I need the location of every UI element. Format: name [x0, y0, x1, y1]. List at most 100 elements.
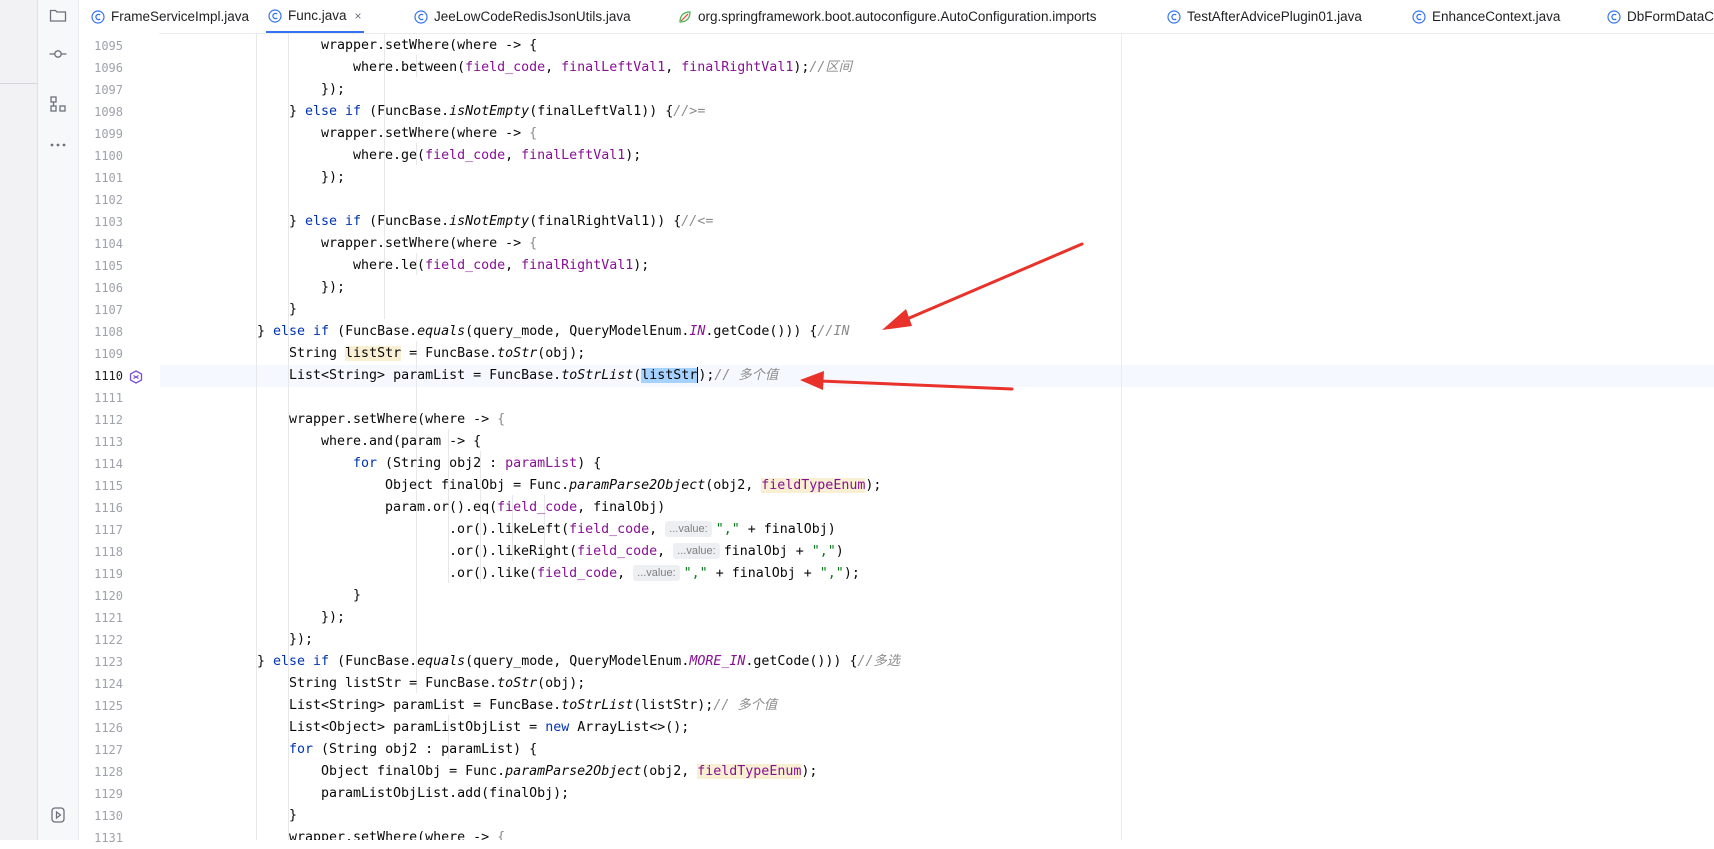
code-line[interactable]: .or().like(field_code, ...value: "," + fi…: [449, 563, 860, 585]
tab-enhancecontext[interactable]: EnhanceContext.java: [1412, 0, 1560, 33]
code-line[interactable]: wrapper.setWhere(where -> {: [321, 233, 537, 255]
code-line[interactable]: });: [321, 167, 345, 189]
code-line[interactable]: List<Object> paramListObjList = new Arra…: [289, 717, 689, 739]
line-number: 1123: [94, 655, 123, 669]
code-line[interactable]: });: [289, 629, 313, 651]
code-line[interactable]: .or().likeRight(field_code, ...value: fin…: [449, 541, 844, 563]
inlay-parameter-hint: ...value:: [633, 565, 680, 581]
tab-testafteradviceplugin01[interactable]: TestAfterAdvicePlugin01.java: [1167, 0, 1362, 33]
code-line[interactable]: });: [321, 607, 345, 629]
code-keyword: else if: [305, 214, 362, 229]
code-line[interactable]: } else if (FuncBase.isNotEmpty(finalRigh…: [289, 211, 713, 233]
run-services-icon[interactable]: [46, 803, 70, 827]
code-field: field_code: [569, 522, 650, 537]
code-text: (obj);: [537, 676, 586, 691]
line-number: 1131: [94, 831, 123, 845]
code-line[interactable]: }: [353, 585, 361, 607]
code-text: .getCode())) {: [745, 654, 858, 669]
code-keyword: new: [545, 720, 570, 735]
class-icon: [1412, 9, 1426, 24]
code-text: (listStr);: [633, 698, 714, 713]
more-icon[interactable]: [46, 133, 70, 157]
code-text: ) {: [577, 456, 602, 471]
code-text: ,: [649, 522, 666, 537]
code-text: List<String> paramList = FuncBase.: [289, 368, 562, 383]
code-line[interactable]: for (String obj2 : paramList) {: [289, 739, 537, 761]
quarkus-gutter-icon[interactable]: [129, 369, 143, 384]
code-text: {: [529, 126, 538, 141]
code-text: where.le(: [353, 258, 426, 273]
code-text: ): [835, 544, 844, 559]
line-number: 1125: [94, 699, 123, 713]
code-line[interactable]: where.le(field_code, finalRightVal1);: [353, 255, 649, 277]
code-line[interactable]: } else if (FuncBase.isNotEmpty(finalLeft…: [289, 101, 705, 123]
selected-text[interactable]: listStr: [641, 368, 698, 383]
code-line[interactable]: String listStr = FuncBase.toStr(obj);: [289, 673, 585, 695]
code-line[interactable]: for (String obj2 : paramList) {: [353, 453, 601, 475]
code-text: });: [289, 632, 314, 647]
line-number-gutter[interactable]: 1095 1096 1097 1098 1099 1100 1101 1102 …: [79, 33, 159, 845]
line-number: 1118: [94, 545, 123, 559]
code-line[interactable]: where.between(field_code, finalLeftVal1,…: [353, 57, 852, 79]
code-editor[interactable]: wrapper.setWhere(where -> { where.betwee…: [160, 33, 1714, 840]
code-text: (query_mode, QueryModelEnum.: [465, 324, 690, 339]
code-static-method: paramParse2Object: [569, 478, 706, 493]
code-line[interactable]: where.ge(field_code, finalLeftVal1);: [353, 145, 641, 167]
close-icon[interactable]: ×: [355, 9, 362, 23]
code-line[interactable]: String listStr = FuncBase.toStr(obj);: [289, 343, 585, 365]
tab-frameserviceimpl[interactable]: FrameServiceImpl.java: [91, 0, 249, 33]
code-line-current[interactable]: List<String> paramList = FuncBase.toStrL…: [289, 365, 778, 387]
folder-icon[interactable]: [46, 3, 70, 27]
code-line[interactable]: Object finalObj = Func.paramParse2Object…: [385, 475, 881, 497]
code-line[interactable]: wrapper.setWhere(where -> {: [289, 409, 505, 431]
code-line[interactable]: }: [289, 299, 297, 321]
code-text: finalObj +: [723, 544, 812, 559]
code-field: finalLeftVal1: [561, 60, 666, 75]
code-line[interactable]: });: [321, 277, 345, 299]
tab-label: JeeLowCodeRedisJsonUtils.java: [434, 9, 631, 24]
tab-func-java[interactable]: Func.java ×: [266, 0, 364, 33]
code-line[interactable]: });: [321, 79, 345, 101]
code-string: ",": [819, 566, 844, 581]
code-line[interactable]: }: [289, 805, 297, 827]
code-text: wrapper.setWhere(where ->: [321, 236, 530, 251]
tab-label: EnhanceContext.java: [1432, 9, 1561, 24]
tab-jeelowcoderedisjsonutils[interactable]: JeeLowCodeRedisJsonUtils.java: [414, 0, 631, 33]
inlay-parameter-hint: ...value:: [673, 543, 720, 559]
code-text: (String obj2 :: [377, 456, 506, 471]
code-line[interactable]: wrapper.setWhere(where -> {: [289, 827, 505, 840]
code-text: .or().likeLeft(: [449, 522, 570, 537]
code-line[interactable]: param.or().eq(field_code, finalObj): [385, 497, 665, 519]
line-number: 1098: [94, 105, 123, 119]
spring-icon: [678, 10, 692, 24]
commit-icon[interactable]: [46, 42, 70, 66]
line-number: 1121: [94, 611, 123, 625]
tab-autoconfiguration-imports[interactable]: org.springframework.boot.autoconfigure.A…: [678, 0, 1096, 33]
code-static-method: toStrList: [561, 698, 634, 713]
code-static-method: equals: [417, 324, 466, 339]
code-line[interactable]: .or().likeLeft(field_code, ...value: "," …: [449, 519, 836, 541]
code-line[interactable]: Object finalObj = Func.paramParse2Object…: [321, 761, 817, 783]
code-text: (query_mode, QueryModelEnum.: [465, 654, 690, 669]
code-comment: // 多个值: [714, 368, 779, 383]
code-text: }: [289, 104, 306, 119]
tab-label: DbFormDataC: [1627, 9, 1714, 24]
code-line[interactable]: } else if (FuncBase.equals(query_mode, Q…: [257, 321, 849, 343]
code-text: Object finalObj = Func.: [385, 478, 570, 493]
code-line[interactable]: wrapper.setWhere(where -> {: [321, 35, 537, 57]
code-text: String: [289, 346, 346, 361]
structure-icon[interactable]: [46, 92, 70, 116]
code-field: field_code: [465, 60, 546, 75]
code-comment: //<=: [681, 214, 714, 229]
code-static-method: isNotEmpty: [449, 104, 530, 119]
code-line[interactable]: paramListObjList.add(finalObj);: [321, 783, 569, 805]
code-text: );: [843, 566, 860, 581]
code-line[interactable]: where.and(param -> {: [321, 431, 481, 453]
code-line[interactable]: wrapper.setWhere(where -> {: [321, 123, 537, 145]
code-comment: //>=: [673, 104, 706, 119]
tab-dbformdata[interactable]: DbFormDataC: [1607, 0, 1714, 33]
code-line[interactable]: } else if (FuncBase.equals(query_mode, Q…: [257, 651, 900, 673]
code-line[interactable]: List<String> paramList = FuncBase.toStrL…: [289, 695, 777, 717]
code-field: finalRightVal1: [681, 60, 794, 75]
code-text: {: [529, 236, 538, 251]
